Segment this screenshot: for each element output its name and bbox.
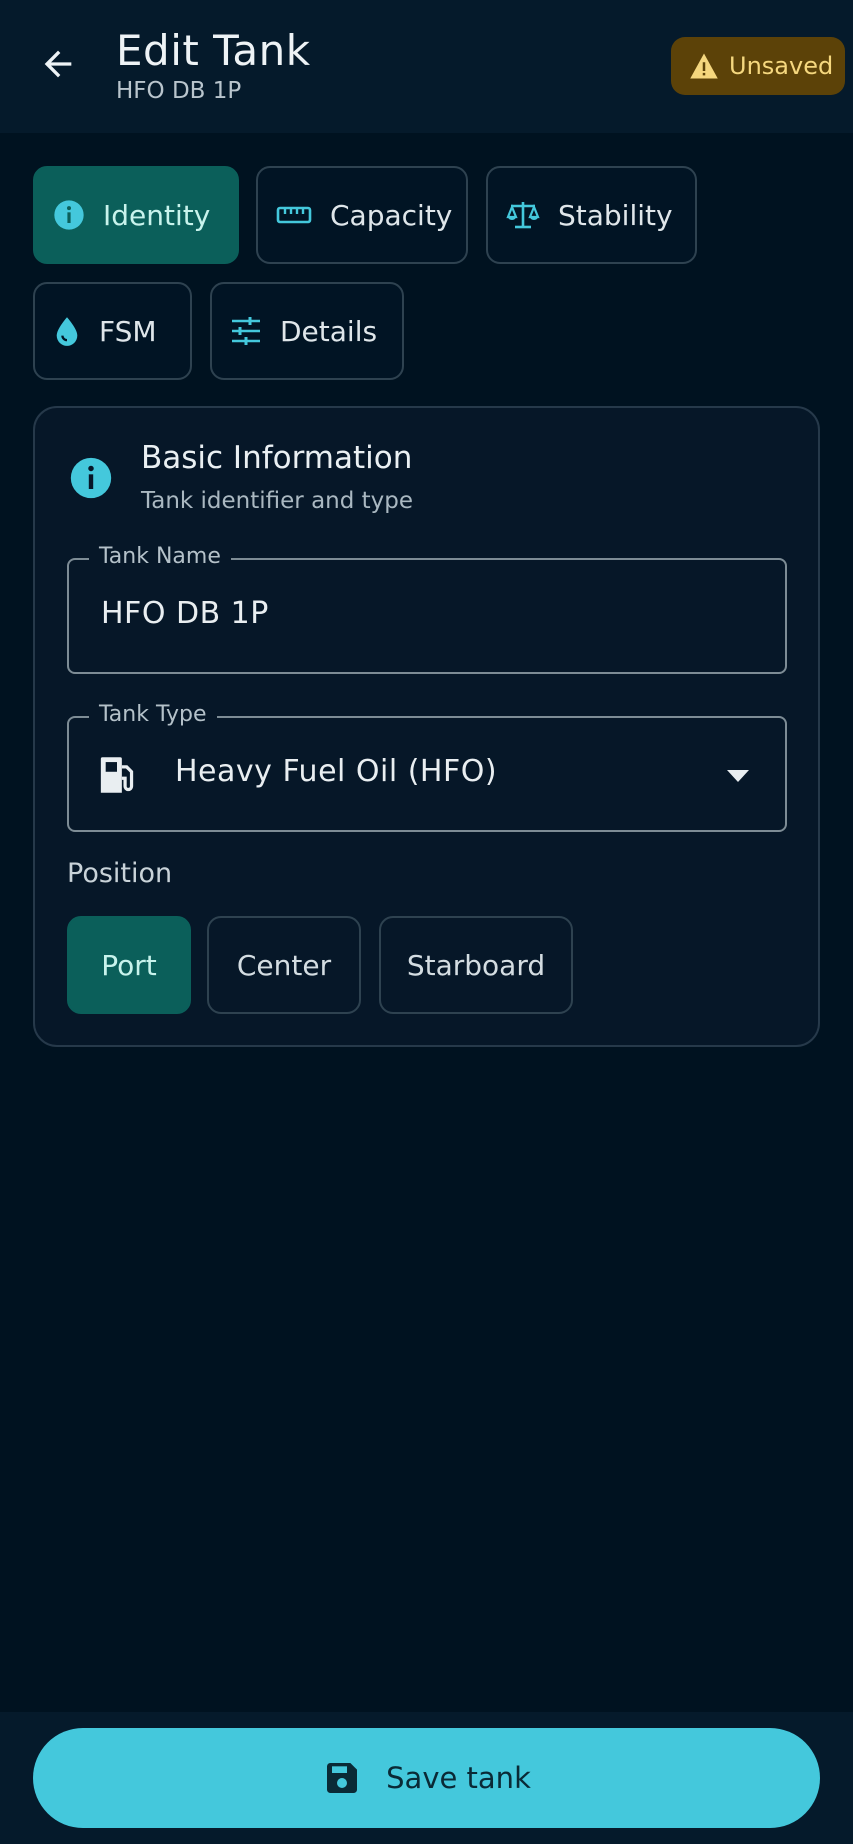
ruler-icon [276,206,312,224]
tab-identity-label: Identity [103,198,211,232]
warning-icon [690,53,718,79]
save-tank-button[interactable]: Save tank [33,1728,820,1828]
tank-name-label: Tank Name [89,544,231,569]
card-subtitle: Tank identifier and type [141,488,414,514]
tab-identity[interactable]: Identity [33,166,239,264]
info-icon [54,200,84,230]
tab-fsm[interactable]: FSM [33,282,192,380]
tab-capacity[interactable]: Capacity [256,166,468,264]
tank-type-label: Tank Type [89,702,217,727]
position-label: Position [67,858,173,889]
page-title: Edit Tank [116,26,311,75]
tab-details-label: Details [280,314,378,348]
unsaved-badge: Unsaved [671,37,845,95]
chevron-down-icon [727,770,749,782]
arrow-left-icon [44,50,72,78]
tank-type-value: Heavy Fuel Oil (HFO) [175,754,498,789]
sliders-icon [232,317,260,345]
tab-details[interactable]: Details [210,282,404,380]
unsaved-label: Unsaved [729,52,834,80]
save-icon [327,1763,358,1793]
tank-type-select[interactable]: Tank Type Heavy Fuel Oil (HFO) [67,702,787,832]
app-bar: Edit Tank HFO DB 1P Unsaved [0,0,853,133]
tab-stability-label: Stability [558,198,673,232]
info-icon [70,457,112,499]
bottom-action-bar: Save tank [0,1712,853,1844]
scale-icon [506,202,540,229]
tank-name-value: HFO DB 1P [101,596,269,631]
tab-capacity-label: Capacity [330,198,453,232]
tab-stability[interactable]: Stability [486,166,697,264]
save-tank-label: Save tank [386,1761,531,1795]
water-drop-icon [56,317,78,346]
basic-info-card: Basic Information Tank identifier and ty… [33,406,820,1047]
tab-fsm-label: FSM [99,314,157,348]
tank-name-field[interactable]: Tank Name HFO DB 1P [67,544,787,674]
page-subtitle: HFO DB 1P [116,78,242,104]
position-port-button[interactable]: Port [67,916,191,1014]
fuel-pump-icon [100,757,134,793]
card-title: Basic Information [141,440,413,476]
back-button[interactable] [30,36,86,92]
position-center-button[interactable]: Center [207,916,361,1014]
position-starboard-button[interactable]: Starboard [379,916,573,1014]
